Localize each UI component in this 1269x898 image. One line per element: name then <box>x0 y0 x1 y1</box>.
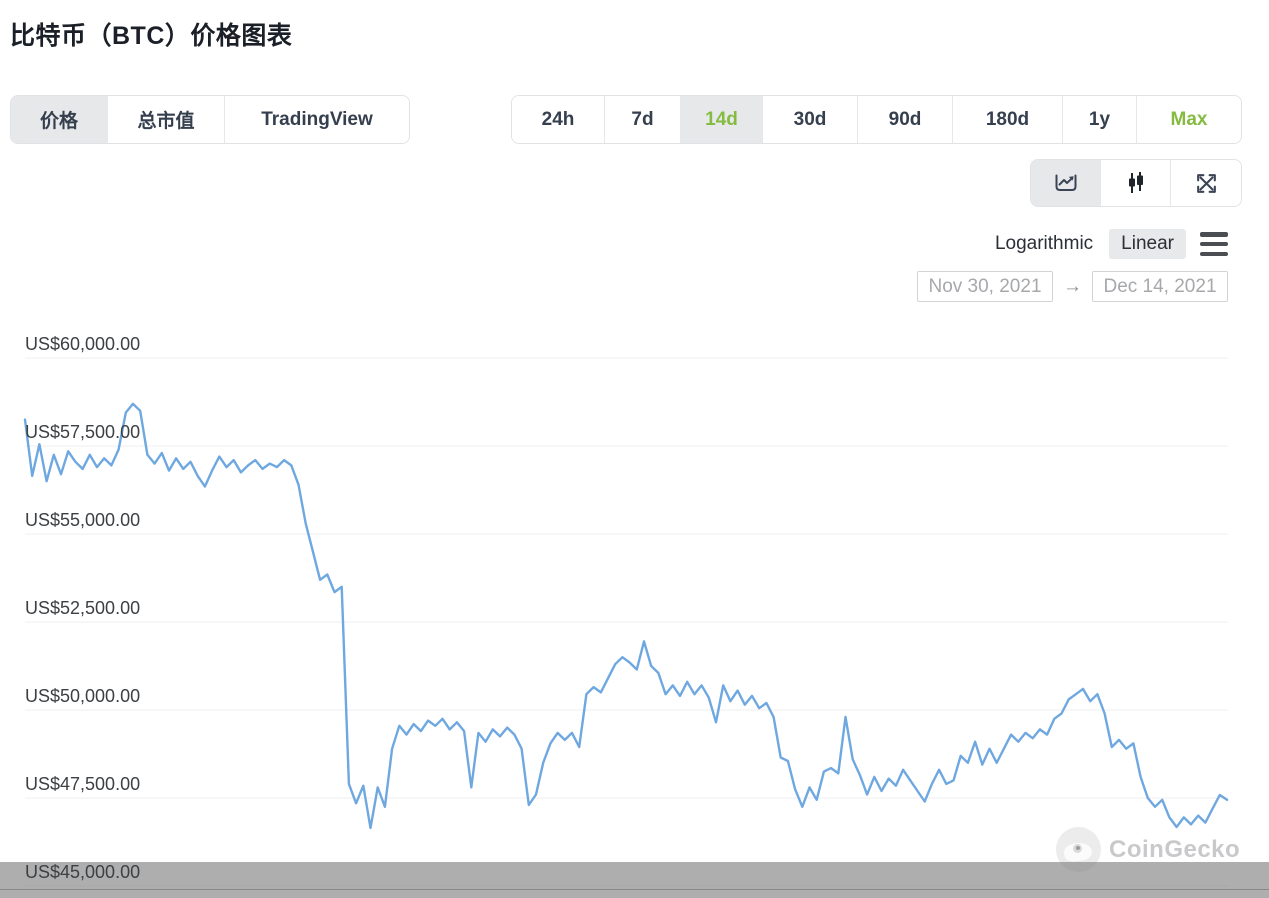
y-axis-tick-label: US$52,500.00 <box>25 598 140 619</box>
source-bar <box>0 862 1269 898</box>
y-axis-tick-label: US$55,000.00 <box>25 510 140 531</box>
y-axis-tick-label: US$60,000.00 <box>25 334 140 355</box>
y-axis-tick-label: US$57,500.00 <box>25 422 140 443</box>
y-axis-tick-label: US$50,000.00 <box>25 686 140 707</box>
y-axis-tick-label: US$45,000.00 <box>25 862 140 883</box>
y-axis-tick-label: US$47,500.00 <box>25 774 140 795</box>
btc-price-chart-page: 比特币（BTC）价格图表 价格 总市值 TradingView 24h7d14d… <box>0 0 1269 898</box>
price-line-chart[interactable] <box>0 0 1269 898</box>
gridlines <box>25 358 1228 886</box>
source-text: 图片来源：CoinGecko <box>1087 7 1256 32</box>
btc-price-line <box>25 404 1227 828</box>
